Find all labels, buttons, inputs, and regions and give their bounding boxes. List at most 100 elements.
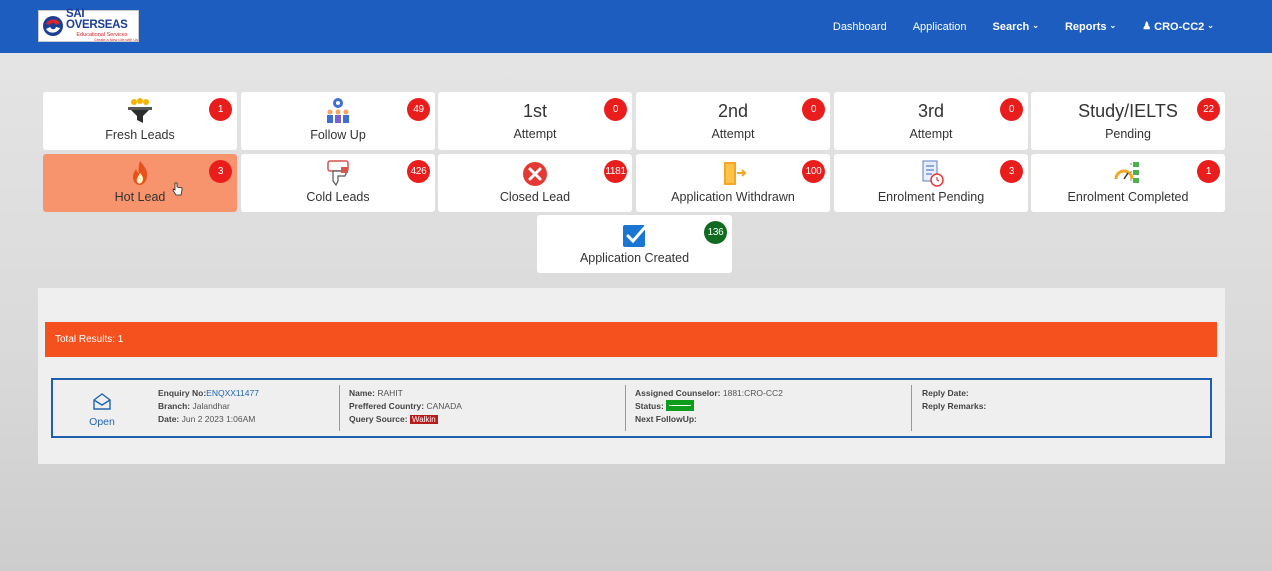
team-gear-icon	[327, 98, 349, 123]
card-closed-lead-label: Closed Lead	[499, 190, 571, 204]
thumbs-down-icon	[327, 160, 349, 187]
card-enrolment-pending[interactable]: Enrolment Pending 3	[834, 154, 1028, 212]
card-2nd-attempt-label: Attempt	[711, 127, 755, 141]
reply-date-label: Reply Date:	[922, 388, 969, 398]
total-results-text: Total Results: 1	[55, 334, 124, 345]
card-enrolment-completed[interactable]: Enrolment Completed 1	[1031, 154, 1225, 212]
follow-up-count-badge: 49	[407, 98, 430, 121]
close-circle-icon	[523, 162, 547, 186]
study-ielts-count-badge: 22	[1197, 98, 1220, 121]
card-3rd-attempt[interactable]: 3rd Attempt 0	[834, 92, 1028, 150]
card-1st-attempt-title: 1st	[522, 101, 547, 121]
fire-icon	[133, 161, 148, 185]
attempt3-count-badge: 0	[1000, 98, 1023, 121]
gauge-checklist-icon	[1114, 162, 1139, 183]
top-navbar: SAI OVERSEAS Educational Services Create…	[0, 0, 1272, 53]
counselor-label: Assigned Counselor:	[635, 388, 721, 398]
card-closed-lead[interactable]: Closed Lead 1181	[438, 154, 632, 212]
user-icon: ♟	[1142, 21, 1152, 32]
column-divider	[625, 385, 626, 431]
name-value: RAHIT	[377, 388, 403, 398]
cold-leads-count-badge: 426	[407, 160, 430, 183]
enrolment-completed-count-badge: 1	[1197, 160, 1220, 183]
open-lead-label: Open	[89, 416, 115, 428]
brand-logo[interactable]: SAI OVERSEAS Educational Services Create…	[38, 7, 139, 43]
enquiry-no-label: Enquiry No:	[158, 388, 207, 398]
open-lead-button[interactable]: Open	[87, 392, 117, 428]
branch-value: Jalandhar	[192, 401, 230, 411]
brand-name: SAI OVERSEAS	[66, 7, 128, 32]
card-study-ielts[interactable]: Study/IELTS Pending 22	[1031, 92, 1225, 150]
name-label: Name:	[349, 388, 375, 398]
lead-info-column-1: Enquiry No:ENQXX11477 Branch: Jalandhar …	[158, 387, 259, 426]
brand-tagline: Create a New Life with Us	[94, 38, 138, 43]
card-cold-leads[interactable]: Cold Leads 426	[241, 154, 435, 212]
card-application-created[interactable]: Application Created 136	[537, 215, 732, 273]
card-1st-attempt-label: Attempt	[513, 127, 557, 141]
nav-search-label: Search	[992, 20, 1030, 33]
card-study-ielts-title: Study/IELTS	[1078, 101, 1178, 121]
envelope-open-icon	[93, 393, 111, 410]
document-clock-icon	[922, 160, 944, 187]
query-source-label: Query Source:	[349, 414, 408, 424]
card-fresh-leads[interactable]: Fresh Leads 1	[43, 92, 237, 150]
enquiry-no-link[interactable]: ENQXX11477	[206, 388, 259, 398]
closed-lead-count-badge: 1181	[604, 160, 627, 183]
column-divider	[339, 385, 340, 431]
lead-info-column-4: Reply Date: Reply Remarks:	[922, 387, 986, 413]
chevron-down-icon: ⌄	[1032, 21, 1039, 30]
enrolment-pending-count-badge: 3	[1000, 160, 1023, 183]
card-application-created-label: Application Created	[579, 251, 690, 265]
date-value: Jun 2 2023 1:06AM	[181, 414, 256, 424]
nav-application[interactable]: Application	[913, 21, 967, 33]
nav-user-menu[interactable]: ♟ CRO-CC2 ⌄	[1142, 21, 1214, 33]
status-badge	[666, 400, 695, 411]
date-label: Date:	[158, 414, 180, 424]
reply-remarks-label: Reply Remarks:	[922, 401, 987, 411]
card-follow-up[interactable]: Follow Up 49	[241, 92, 435, 150]
attempt2-count-badge: 0	[802, 98, 825, 121]
lead-info-column-3: Assigned Counselor: 1881:CRO-CC2 Status:…	[635, 387, 783, 426]
card-2nd-attempt-title: 2nd	[717, 101, 749, 121]
logo-mark-icon	[43, 16, 63, 36]
card-enrolment-completed-label: Enrolment Completed	[1067, 190, 1189, 204]
query-source-badge: Walkin	[409, 415, 438, 424]
chevron-down-icon: ⌄	[1109, 21, 1117, 30]
card-3rd-attempt-title: 3rd	[917, 101, 944, 121]
fresh-leads-count-badge: 1	[209, 98, 232, 121]
lead-record-card: Open Enquiry No:ENQXX11477 Branch: Jalan…	[51, 378, 1212, 438]
column-divider	[911, 385, 912, 431]
nav-reports[interactable]: Reports ⌄	[1065, 21, 1116, 33]
nav-dashboard[interactable]: Dashboard	[833, 21, 887, 33]
branch-label: Branch:	[158, 401, 191, 411]
country-label: Preffered Country:	[349, 401, 425, 411]
card-cold-leads-label: Cold Leads	[306, 190, 370, 204]
total-results-bar: Total Results: 1	[45, 322, 1217, 357]
card-application-withdrawn[interactable]: Application Withdrawn 100	[636, 154, 830, 212]
hand-cursor-icon	[172, 182, 183, 196]
status-label: Status:	[635, 401, 664, 411]
card-hot-lead[interactable]: Hot Lead 3	[43, 154, 237, 212]
nav-search[interactable]: Search ⌄	[993, 21, 1039, 33]
card-hot-lead-label: Hot Lead	[114, 190, 166, 204]
hot-lead-count-badge: 3	[209, 160, 232, 183]
attempt1-count-badge: 0	[604, 98, 627, 121]
card-3rd-attempt-label: Attempt	[909, 127, 953, 141]
card-follow-up-label: Follow Up	[310, 128, 366, 142]
card-2nd-attempt[interactable]: 2nd Attempt 0	[636, 92, 830, 150]
application-created-count-badge: 136	[704, 221, 727, 244]
card-study-ielts-label: Pending	[1105, 127, 1151, 141]
chevron-down-icon: ⌄	[1207, 21, 1214, 30]
exit-door-icon	[724, 162, 747, 185]
card-application-withdrawn-label: Application Withdrawn	[671, 190, 795, 204]
counselor-value: 1881:CRO-CC2	[722, 388, 783, 398]
country-value: CANADA	[426, 401, 462, 411]
nav-reports-label: Reports	[1064, 20, 1107, 33]
card-1st-attempt[interactable]: 1st Attempt 0	[438, 92, 632, 150]
nav-user-label: CRO-CC2	[1154, 20, 1205, 33]
lead-info-column-2: Name: RAHIT Preffered Country: CANADA Qu…	[349, 387, 462, 426]
card-fresh-leads-label: Fresh Leads	[105, 128, 175, 142]
next-followup-label: Next FollowUp:	[635, 414, 697, 424]
checkbox-icon	[622, 223, 648, 247]
card-enrolment-pending-label: Enrolment Pending	[877, 190, 985, 204]
